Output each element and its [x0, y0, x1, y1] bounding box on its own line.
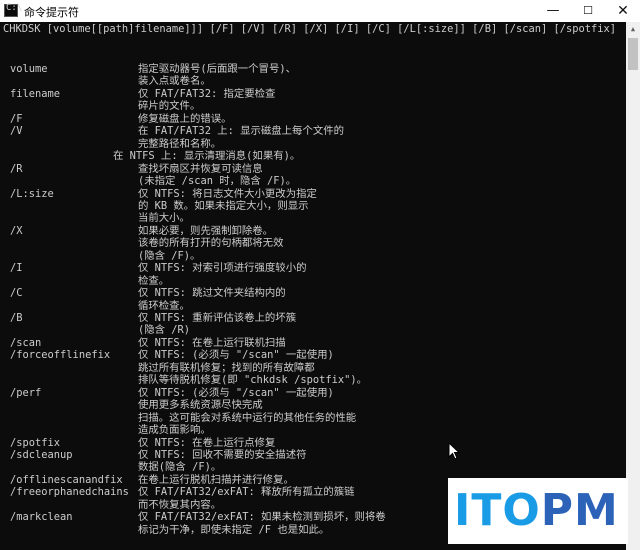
watermark-text: ITOPM [454, 485, 619, 536]
watermark-logo: ITOPM [448, 478, 628, 544]
option-name: /R [10, 163, 23, 175]
option-name: /perf [10, 387, 42, 399]
window-title: 命令提示符 [24, 6, 79, 19]
option-description: 在 FAT/FAT32 上: 显示磁盘上每个文件的 [138, 125, 345, 137]
option-description: (未指定 /scan 时，隐含 /F)。 [138, 175, 297, 187]
option-name: /sdcleanup [10, 449, 73, 461]
option-name: filename [10, 88, 61, 100]
cmd-app-icon-glyph: C:\ [6, 3, 23, 13]
option-name: /markclean [10, 511, 73, 523]
option-description: 仅 NTFS: 对索引项进行强度较小的 [138, 262, 307, 274]
option-name: /freeorphanedchains [10, 486, 129, 498]
option-description: 装入点或卷名。 [138, 75, 211, 87]
option-description: 仅 NTFS: (必须与 "/scan" 一起使用) [138, 349, 334, 361]
vertical-scrollbar[interactable]: ▲ [626, 22, 640, 550]
option-description: 数据(隐含 /F)。 [138, 461, 222, 473]
option-name: /forceofflinefix [10, 349, 111, 361]
option-description: (隐含 /R) [138, 324, 191, 336]
scroll-thumb[interactable] [628, 38, 638, 70]
option-name: /V [10, 125, 23, 137]
title-bar[interactable]: C:\ 命令提示符 — ☐ ✕ [0, 0, 640, 23]
option-description: 在 NTFS 上: 显示清理消息(如果有)。 [113, 150, 301, 162]
scroll-up-arrow-icon[interactable]: ▲ [626, 22, 640, 36]
option-description: 该卷的所有打开的句柄都将无效 [138, 237, 284, 249]
option-description: 造成负面影响。 [138, 424, 211, 436]
option-name: /L:size [10, 188, 54, 200]
option-name: /X [10, 225, 23, 237]
option-description: 仅 NTFS: 跳过文件夹结构内的 [138, 287, 286, 299]
option-name: /C [10, 287, 23, 299]
option-description: 当前大小。 [138, 212, 190, 224]
close-button[interactable]: ✕ [606, 0, 640, 22]
console-output[interactable]: CHKDSK [volume[[path]filename]]] [/F] [/… [0, 22, 626, 550]
option-name: /I [10, 262, 23, 274]
command-prompt-window: C:\ 命令提示符 — ☐ ✕ CHKDSK [volume[[path]fil… [0, 0, 640, 550]
option-description: 仅 FAT/FAT32/exFAT: 如果未检测到损坏，则将卷 [138, 511, 386, 523]
mouse-cursor-icon [448, 442, 460, 460]
maximize-button[interactable]: ☐ [571, 0, 605, 22]
option-name: /B [10, 312, 23, 324]
option-description: 碎片的文件。 [138, 100, 201, 112]
option-name: volume [10, 63, 48, 75]
minimize-button[interactable]: — [536, 0, 570, 22]
option-description: 排队等待脱机修复(即 "chkdsk /spotfix")。 [138, 374, 368, 386]
option-description: 标记为干净，即使未指定 /F 也是如此。 [138, 524, 330, 536]
option-description: 使用更多系统资源尽快完成 [138, 399, 263, 411]
cmd-app-icon[interactable]: C:\ [4, 3, 22, 17]
option-description: 仅 FAT/FAT32/exFAT: 释放所有孤立的簇链 [138, 486, 355, 498]
usage-line: CHKDSK [volume[[path]filename]]] [/F] [/… [3, 23, 617, 35]
